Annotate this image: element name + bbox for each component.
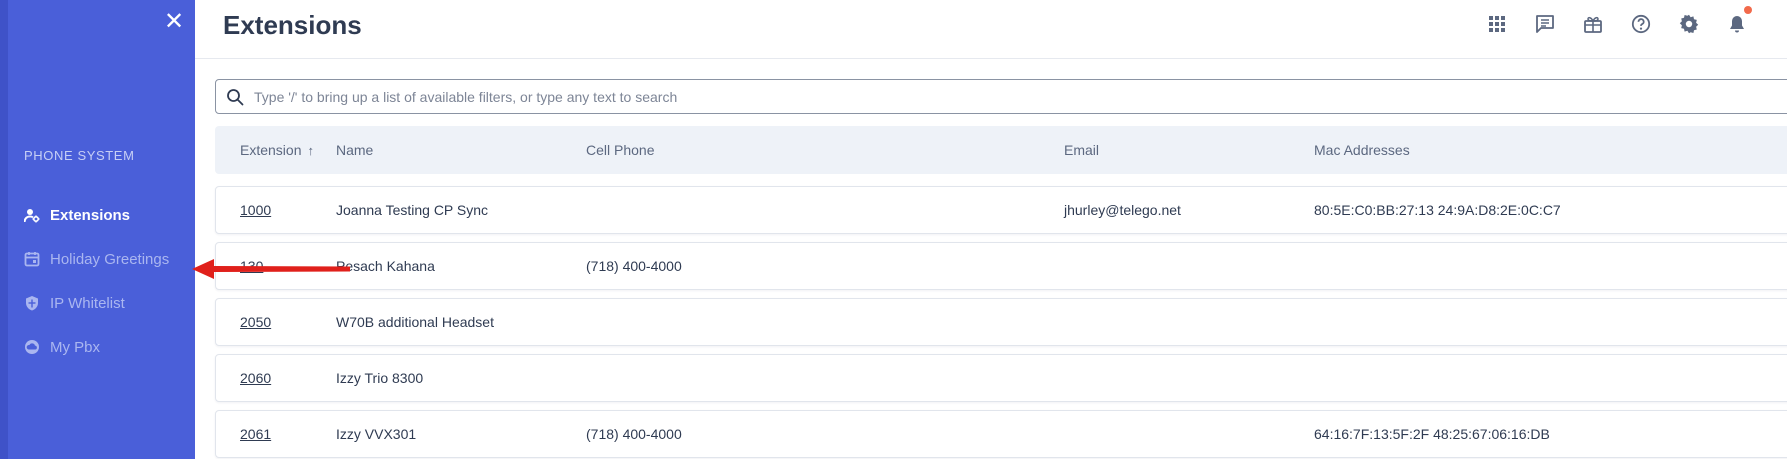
extension-link[interactable]: 2050 xyxy=(240,314,271,330)
header-toolbar xyxy=(1485,6,1752,36)
extension-link[interactable]: 1000 xyxy=(240,202,271,218)
bell-icon[interactable] xyxy=(1725,6,1752,36)
shield-icon xyxy=(24,295,40,311)
column-header-name[interactable]: Name xyxy=(336,142,373,158)
search-bar xyxy=(215,79,1787,114)
sidebar-item-extensions[interactable]: Extensions xyxy=(24,203,130,227)
notification-badge xyxy=(1744,6,1752,14)
extension-link[interactable]: 2061 xyxy=(240,426,271,442)
search-icon xyxy=(227,89,244,106)
search-input[interactable] xyxy=(254,80,1754,113)
email-cell: jhurley@telego.net xyxy=(1064,202,1181,218)
chat-icon[interactable] xyxy=(1533,12,1557,36)
sidebar-item-label: IP Whitelist xyxy=(50,294,125,312)
column-header-mac-addresses[interactable]: Mac Addresses xyxy=(1314,142,1410,158)
gift-icon[interactable] xyxy=(1581,12,1605,36)
table-row[interactable]: 130 Pesach Kahana (718) 400-4000 xyxy=(215,242,1787,290)
cell-phone-cell: (718) 400-4000 xyxy=(586,258,682,274)
name-cell: Joanna Testing CP Sync xyxy=(336,202,489,218)
sidebar-item-label: Extensions xyxy=(50,206,131,224)
table-row[interactable]: 1000 Joanna Testing CP Sync jhurley@tele… xyxy=(215,186,1787,234)
sidebar-item-label: My Pbx xyxy=(50,338,101,356)
page-title: Extensions xyxy=(223,10,362,40)
person-gear-icon xyxy=(24,207,40,223)
table-row[interactable]: 2050 W70B additional Headset xyxy=(215,298,1787,346)
column-header-email[interactable]: Email xyxy=(1064,142,1099,158)
name-cell: W70B additional Headset xyxy=(336,314,494,330)
apps-grid-icon[interactable] xyxy=(1485,12,1509,36)
sidebar-item-label: Holiday Greetings xyxy=(50,250,170,268)
sidebar: ✕ PHONE SYSTEM Extensions Holiday Greeti… xyxy=(0,0,195,459)
header-divider xyxy=(195,58,1787,59)
sidebar-section-label: PHONE SYSTEM xyxy=(24,148,135,163)
calendar-icon xyxy=(24,251,40,267)
column-header-extension[interactable]: Extension ↑ xyxy=(240,142,314,158)
sidebar-item-my-pbx[interactable]: My Pbx xyxy=(24,335,100,359)
table-row[interactable]: 2061 Izzy VVX301 (718) 400-4000 64:16:7F… xyxy=(215,410,1787,458)
name-cell: Izzy Trio 8300 xyxy=(336,370,424,386)
column-header-cell-phone[interactable]: Cell Phone xyxy=(586,142,655,158)
cell-phone-cell: (718) 400-4000 xyxy=(586,426,682,442)
cloud-icon xyxy=(24,339,40,355)
app: ✕ PHONE SYSTEM Extensions Holiday Greeti… xyxy=(0,0,1787,459)
table-row[interactable]: 2060 Izzy Trio 8300 xyxy=(215,354,1787,402)
sidebar-edge xyxy=(0,0,8,459)
close-icon: ✕ xyxy=(163,8,185,35)
mac-cell: 64:16:7F:13:5F:2F 48:25:67:06:16:DB xyxy=(1314,426,1550,442)
extension-link[interactable]: 2060 xyxy=(240,370,271,386)
table-header: Extension ↑ Name Cell Phone Email Mac Add… xyxy=(215,126,1787,174)
sidebar-item-ip-whitelist[interactable]: IP Whitelist xyxy=(24,291,125,315)
sort-ascending-icon: ↑ xyxy=(307,143,314,158)
name-cell: Izzy VVX301 xyxy=(336,426,417,442)
help-icon[interactable] xyxy=(1629,12,1653,36)
name-cell: Pesach Kahana xyxy=(336,258,435,274)
extension-link[interactable]: 130 xyxy=(240,258,263,274)
mac-cell: 80:5E:C0:BB:27:13 24:9A:D8:2E:0C:C7 xyxy=(1314,202,1561,218)
gear-icon[interactable] xyxy=(1677,12,1701,36)
sidebar-item-holiday-greetings[interactable]: Holiday Greetings xyxy=(24,247,169,271)
close-sidebar-button[interactable]: ✕ xyxy=(162,10,186,34)
